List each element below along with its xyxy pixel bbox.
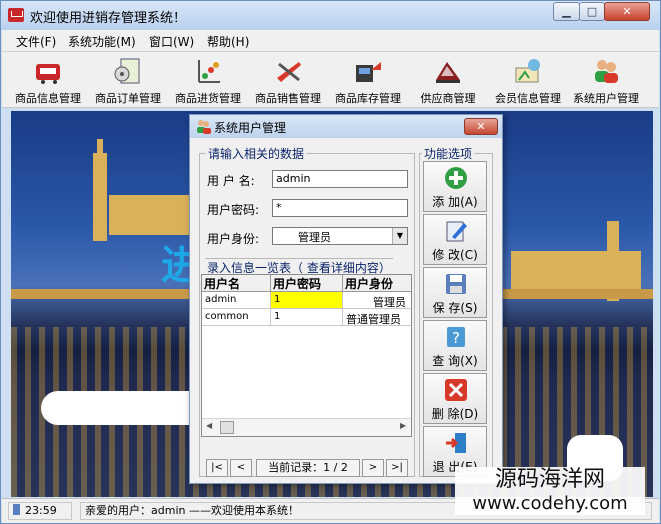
- save-button-label: 保 存(S): [432, 301, 478, 315]
- toolbar-sales[interactable]: 商品销售管理: [248, 52, 328, 108]
- table-cell[interactable]: 普通管理员: [343, 309, 411, 326]
- scroll-right-icon[interactable]: ▶: [400, 421, 406, 430]
- prev-record-button[interactable]: <: [230, 459, 252, 477]
- purchase-icon: [198, 60, 220, 83]
- toolbar-orders[interactable]: 商品订单管理: [88, 52, 168, 108]
- user-management-dialog: 系统用户管理 ✕ 请输入相关的数据 用 户 名: admin 用户密码: * 用…: [189, 114, 503, 484]
- password-input[interactable]: *: [272, 199, 408, 217]
- menu-window[interactable]: 窗口(W): [149, 33, 194, 50]
- first-record-button[interactable]: |<: [206, 459, 228, 477]
- watermark-line1: 源码海洋网: [494, 467, 605, 492]
- toolbar-label: 商品订单管理: [95, 92, 161, 105]
- maximize-button[interactable]: □: [579, 2, 605, 21]
- supplier-icon: [436, 62, 460, 83]
- order-icon: [114, 58, 140, 84]
- edit-button-label: 修 改(C): [432, 248, 478, 262]
- product-info-icon: [36, 64, 60, 84]
- inventory-icon: [356, 62, 381, 82]
- dialog-title: 系统用户管理: [214, 121, 287, 135]
- menu-help[interactable]: 帮助(H): [207, 33, 249, 50]
- main-window: 欢迎使用进销存管理系统！ ▁ □ ✕ 文件(F) 系统功能(M) 窗口(W) 帮…: [0, 0, 661, 524]
- toolbar-members[interactable]: 会员信息管理: [488, 52, 568, 108]
- password-label: 用户密码:: [207, 203, 260, 217]
- plus-icon: [445, 167, 467, 189]
- table-cell[interactable]: admin: [202, 292, 271, 309]
- column-header: 用户名: [202, 275, 271, 292]
- record-position: 当前记录：1 / 2: [256, 459, 360, 477]
- table-cell[interactable]: 1: [271, 309, 343, 326]
- toolbar-users[interactable]: 系统用户管理: [566, 52, 646, 108]
- toolbar-supplier[interactable]: 供应商管理: [408, 52, 488, 108]
- edit-button[interactable]: 修 改(C): [423, 214, 487, 265]
- minimize-button[interactable]: ▁: [553, 2, 580, 21]
- menu-bar: 文件(F) 系统功能(M) 窗口(W) 帮助(H): [2, 30, 659, 52]
- user-table: 用户名 用户密码 用户身份 admin 1 管理员 common 1 普通管理员…: [201, 274, 412, 437]
- column-header: 用户密码: [271, 275, 343, 292]
- input-group-label: 请输入相关的数据: [206, 145, 307, 162]
- exit-icon: [446, 433, 466, 453]
- chevron-down-icon[interactable]: ▼: [392, 228, 407, 244]
- sales-icon: [277, 62, 301, 82]
- toolbar-label: 商品信息管理: [15, 92, 81, 105]
- add-button[interactable]: 添 加(A): [423, 161, 487, 212]
- window-title: 欢迎使用进销存管理系统！: [30, 11, 187, 26]
- save-button[interactable]: 保 存(S): [423, 267, 487, 318]
- query-button[interactable]: ? 查 询(X): [423, 320, 487, 371]
- table-cell[interactable]: 管理员: [343, 292, 411, 309]
- status-clock: 23:59: [8, 502, 72, 520]
- close-button[interactable]: ✕: [604, 2, 650, 21]
- toolbar-label: 会员信息管理: [495, 92, 561, 105]
- title-bar: 欢迎使用进销存管理系统！ ▁ □ ✕: [1, 1, 660, 30]
- role-label: 用户身份:: [207, 232, 260, 246]
- column-header: 用户身份: [343, 275, 411, 292]
- add-button-label: 添 加(A): [432, 195, 478, 209]
- query-button-label: 查 询(X): [432, 354, 478, 368]
- scroll-left-icon[interactable]: ◀: [206, 421, 212, 430]
- options-group-label: 功能选项: [422, 145, 475, 162]
- scroll-thumb[interactable]: [220, 421, 234, 434]
- delete-icon: [445, 379, 467, 401]
- dialog-close-button[interactable]: ✕: [464, 118, 498, 135]
- watermark-line2: www.codehy.com: [472, 493, 628, 514]
- username-input[interactable]: admin: [272, 170, 408, 188]
- save-icon: [446, 274, 466, 294]
- horizontal-scrollbar[interactable]: ◀ ▶: [202, 418, 411, 436]
- toolbar-label: 系统用户管理: [573, 92, 639, 105]
- svg-text:?: ?: [452, 329, 460, 347]
- toolbar-label: 商品进货管理: [175, 92, 241, 105]
- delete-button-label: 删 除(D): [431, 407, 479, 421]
- table-cell[interactable]: common: [202, 309, 271, 326]
- app-icon: [8, 8, 24, 22]
- watermark: 源码海洋网 www.codehy.com: [455, 467, 645, 515]
- users-icon: [197, 120, 211, 134]
- last-record-button[interactable]: >|: [386, 459, 408, 477]
- toolbar-label: 供应商管理: [420, 92, 476, 105]
- role-select[interactable]: 管理员 ▼: [272, 227, 408, 245]
- menu-file[interactable]: 文件(F): [16, 33, 56, 50]
- toolbar-product-info[interactable]: 商品信息管理: [8, 52, 88, 108]
- delete-button[interactable]: 删 除(D): [423, 373, 487, 424]
- member-icon: [515, 59, 540, 83]
- role-select-value: 管理员: [298, 231, 331, 244]
- menu-system[interactable]: 系统功能(M): [68, 33, 136, 50]
- edit-icon: [446, 221, 467, 242]
- status-time: 23:59: [25, 504, 57, 517]
- next-record-button[interactable]: >: [362, 459, 384, 477]
- toolbar-inventory[interactable]: 商品库存管理: [328, 52, 408, 108]
- users-icon: [595, 60, 618, 83]
- question-icon: ?: [447, 327, 465, 347]
- dialog-title-bar: 系统用户管理 ✕: [190, 115, 502, 138]
- toolbar-label: 商品销售管理: [255, 92, 321, 105]
- toolbar: 商品信息管理 商品订单管理 商品进货管理 商品销售管理 商品库存管理 供应商管理…: [2, 52, 659, 108]
- clock-icon: [13, 504, 20, 515]
- toolbar-purchase[interactable]: 商品进货管理: [168, 52, 248, 108]
- toolbar-label: 商品库存管理: [335, 92, 401, 105]
- username-label: 用 户 名:: [207, 174, 255, 188]
- table-cell-selected[interactable]: 1: [271, 292, 343, 309]
